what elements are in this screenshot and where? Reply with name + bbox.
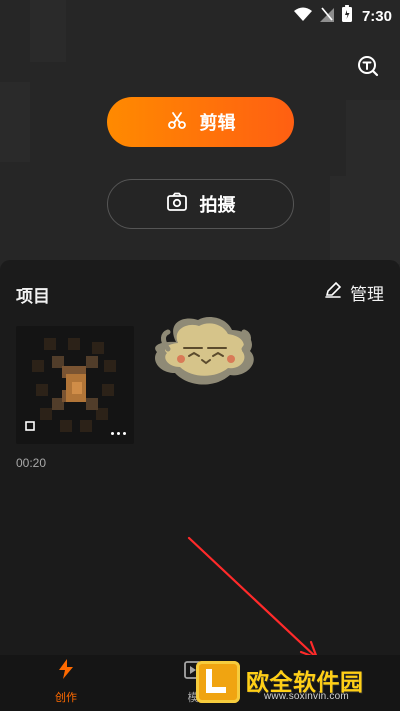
- project-card[interactable]: [16, 326, 134, 444]
- camera-icon: [166, 192, 188, 217]
- app-screen: 7:30 剪辑 拍摄 项目 管理 00:20 创作 模 欧全软件园 www.so…: [0, 0, 400, 711]
- edit-icon: [324, 281, 342, 304]
- projects-title: 项目: [16, 287, 50, 306]
- project-duration: 00:20: [16, 456, 47, 470]
- background-tile: [346, 100, 400, 176]
- status-bar: 7:30: [0, 0, 400, 30]
- watermark-logo-icon: [196, 661, 240, 703]
- dot: [123, 432, 126, 435]
- nav-item-create[interactable]: 创作: [55, 659, 77, 705]
- signal-off-icon: [319, 6, 334, 27]
- shoot-button[interactable]: 拍摄: [107, 179, 294, 229]
- dot: [117, 432, 120, 435]
- status-icons: 7:30: [293, 5, 392, 28]
- wifi-icon: [293, 7, 313, 26]
- edit-button[interactable]: 剪辑: [107, 97, 294, 147]
- dot: [111, 432, 114, 435]
- manage-button[interactable]: 管理: [324, 280, 384, 305]
- lightning-icon: [57, 659, 75, 684]
- manage-label: 管理: [350, 285, 384, 304]
- shoot-button-label: 拍摄: [199, 195, 236, 215]
- status-time: 7:30: [361, 8, 392, 25]
- scissors-icon: [166, 109, 188, 136]
- background-tile: [0, 82, 30, 162]
- square-icon: [25, 418, 35, 436]
- watermark-url: www.soxinvin.com: [264, 691, 349, 702]
- text-search-icon: [356, 56, 380, 82]
- mascot-icon: [155, 317, 254, 385]
- edit-button-label: 剪辑: [199, 113, 236, 133]
- battery-charging-icon: [341, 5, 353, 28]
- background-tile: [330, 176, 400, 264]
- bottom-nav: 创作 模 欧全软件园 www.soxinvin.com: [0, 655, 400, 711]
- more-icon[interactable]: [111, 432, 126, 435]
- projects-header: 项目 管理: [16, 280, 384, 306]
- watermark: 欧全软件园 www.soxinvin.com: [196, 653, 392, 709]
- nav-label-create: 创作: [55, 692, 77, 704]
- text-search-button[interactable]: [356, 54, 380, 78]
